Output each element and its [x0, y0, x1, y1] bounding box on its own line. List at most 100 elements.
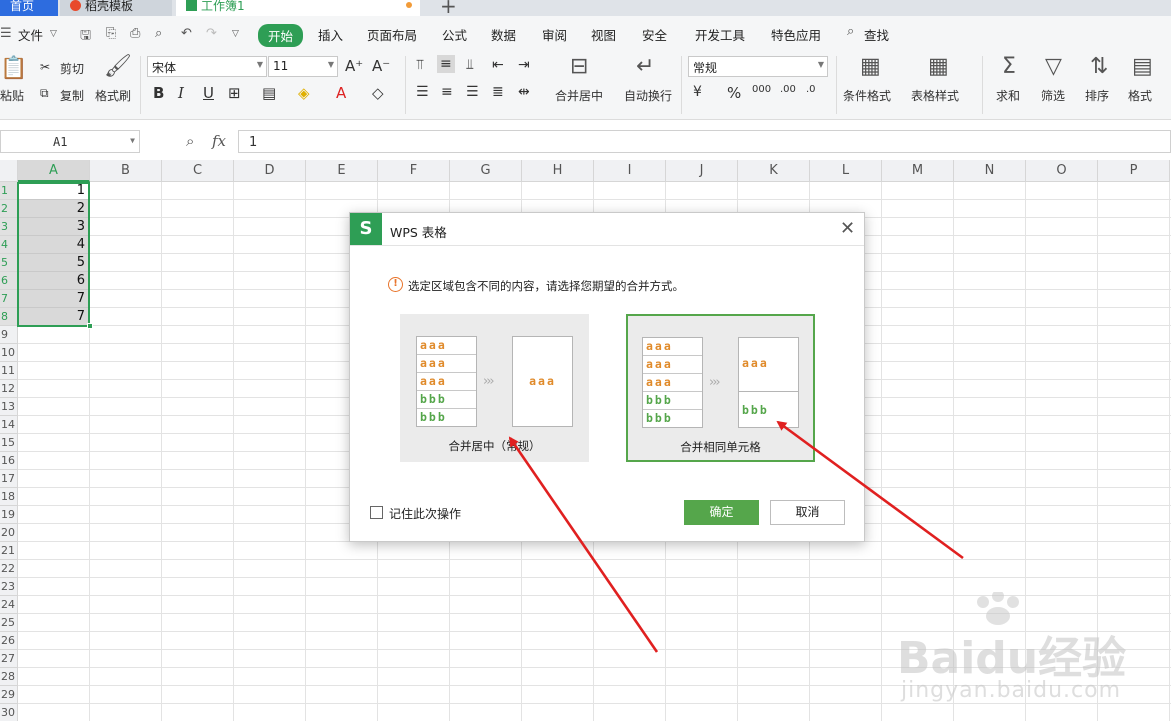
tab-template[interactable]: 稻壳模板	[60, 0, 172, 16]
menu-formula[interactable]: 公式	[442, 25, 467, 44]
customize-icon[interactable]: ▽	[232, 29, 239, 39]
column-header[interactable]: K	[738, 160, 810, 182]
formula-input[interactable]: 1	[238, 130, 1171, 153]
option-merge-same[interactable]: aaa aaa aaa bbb bbb ››› aaa bbb 合并相同单元格	[626, 314, 815, 462]
column-header[interactable]: L	[810, 160, 882, 182]
column-header[interactable]: N	[954, 160, 1026, 182]
row-header[interactable]: 16	[0, 452, 18, 470]
currency-icon[interactable]: ¥	[693, 84, 702, 100]
sort-icon[interactable]: ⇅	[1090, 54, 1108, 79]
print-icon[interactable]: ⎙	[130, 26, 140, 41]
format-painter-button[interactable]: 格式刷	[95, 87, 131, 104]
menu-special[interactable]: 特色应用	[771, 25, 821, 44]
table-style-button[interactable]: 表格样式	[911, 87, 959, 104]
chevron-down-icon[interactable]: ▽	[50, 29, 57, 39]
option-merge-center[interactable]: aaa aaa aaa bbb bbb ››› aaa 合并居中（常规）	[400, 314, 589, 462]
close-icon[interactable]: ✕	[840, 218, 855, 239]
copy-button[interactable]: 复制	[60, 87, 84, 104]
save-icon[interactable]: 🖫	[80, 26, 91, 48]
row-header[interactable]: 9	[0, 326, 18, 344]
row-header[interactable]: 5	[0, 254, 18, 272]
merge-center-button[interactable]: 合并居中	[555, 87, 603, 104]
sort-button[interactable]: 排序	[1085, 87, 1109, 104]
align-bottom-icon[interactable]: ⫫	[466, 57, 474, 73]
menu-security[interactable]: 安全	[642, 25, 667, 44]
decrease-decimal-icon[interactable]: .0	[806, 84, 816, 95]
redo-icon[interactable]: ↷	[206, 26, 217, 41]
column-header[interactable]: I	[594, 160, 666, 182]
row-header[interactable]: 8	[0, 308, 18, 326]
name-box[interactable]: A1 ▼	[0, 130, 140, 153]
menu-file[interactable]: 文件	[18, 25, 43, 44]
menu-review[interactable]: 审阅	[542, 25, 567, 44]
italic-button[interactable]: I	[178, 84, 184, 102]
table-style-icon[interactable]: ▦	[928, 54, 949, 79]
row-header[interactable]: 6	[0, 272, 18, 290]
row-header[interactable]: 13	[0, 398, 18, 416]
row-header[interactable]: 21	[0, 542, 18, 560]
format-painter-icon[interactable]: 🖌	[104, 54, 132, 79]
row-header[interactable]: 26	[0, 632, 18, 650]
justify-icon[interactable]: ≣	[492, 84, 504, 100]
row-header[interactable]: 14	[0, 416, 18, 434]
row-header[interactable]: 19	[0, 506, 18, 524]
tab-home[interactable]: 首页	[0, 0, 58, 16]
distribute-icon[interactable]: ⇹	[518, 84, 530, 100]
column-header[interactable]: J	[666, 160, 738, 182]
conditional-format-icon[interactable]: ▦	[860, 54, 881, 79]
font-size-select[interactable]: 11 ▼	[268, 56, 338, 77]
row-header[interactable]: 22	[0, 560, 18, 578]
number-format-select[interactable]: 常规 ▼	[688, 56, 828, 77]
copy-icon[interactable]: ⧉	[40, 86, 49, 101]
column-header[interactable]: O	[1026, 160, 1098, 182]
column-header[interactable]: C	[162, 160, 234, 182]
font-shrink-icon[interactable]: A⁻	[372, 57, 390, 75]
align-right-icon[interactable]: ☰	[466, 84, 479, 100]
paste-button[interactable]: 粘贴	[0, 87, 24, 104]
eraser-icon[interactable]: ◇	[372, 84, 384, 102]
wrap-text-icon[interactable]: ↵	[636, 54, 654, 79]
cut-button[interactable]: 剪切	[60, 60, 84, 77]
column-header[interactable]: A	[18, 160, 90, 182]
tab-workbook[interactable]: 工作簿1	[176, 0, 420, 16]
fx-icon[interactable]: fx	[212, 132, 226, 150]
column-header[interactable]: E	[306, 160, 378, 182]
column-header[interactable]: P	[1098, 160, 1170, 182]
column-header[interactable]: M	[882, 160, 954, 182]
row-header[interactable]: 10	[0, 344, 18, 362]
row-header[interactable]: 15	[0, 434, 18, 452]
row-header[interactable]: 4	[0, 236, 18, 254]
column-header[interactable]: B	[90, 160, 162, 182]
row-header[interactable]: 20	[0, 524, 18, 542]
border-icon[interactable]: ⊞	[228, 84, 241, 102]
undo-icon[interactable]: ↶	[181, 26, 192, 41]
increase-decimal-icon[interactable]: .00	[780, 84, 796, 95]
indent-increase-icon[interactable]: ⇥	[518, 57, 530, 73]
row-header[interactable]: 23	[0, 578, 18, 596]
row-header[interactable]: 29	[0, 686, 18, 704]
indent-decrease-icon[interactable]: ⇤	[492, 57, 504, 73]
menu-view[interactable]: 视图	[591, 25, 616, 44]
wrap-text-button[interactable]: 自动换行	[624, 87, 672, 104]
print-preview-icon[interactable]: ⌕	[155, 26, 162, 41]
row-header[interactable]: 28	[0, 668, 18, 686]
remember-checkbox[interactable]	[370, 506, 383, 519]
bold-button[interactable]: B	[153, 84, 164, 102]
row-header[interactable]: 30	[0, 704, 18, 721]
menu-page-layout[interactable]: 页面布局	[367, 25, 417, 44]
row-header[interactable]: 1	[0, 182, 18, 200]
percent-icon[interactable]: %	[727, 84, 741, 102]
paste-icon[interactable]: 📋	[0, 56, 27, 81]
align-left-icon[interactable]: ☰	[416, 84, 429, 100]
fill-color-icon[interactable]: ◈	[298, 84, 310, 102]
font-grow-icon[interactable]: A⁺	[345, 57, 363, 75]
fill-handle[interactable]	[87, 323, 93, 329]
row-header[interactable]: 7	[0, 290, 18, 308]
conditional-format-button[interactable]: 条件格式	[843, 87, 891, 104]
font-color-icon[interactable]: A	[336, 84, 346, 102]
align-middle-icon[interactable]: ≡	[437, 55, 455, 73]
row-header[interactable]: 17	[0, 470, 18, 488]
font-name-select[interactable]: 宋体 ▼	[147, 56, 267, 77]
align-center-icon[interactable]: ≡	[441, 84, 453, 100]
merge-center-icon[interactable]: ⊟	[570, 54, 588, 79]
